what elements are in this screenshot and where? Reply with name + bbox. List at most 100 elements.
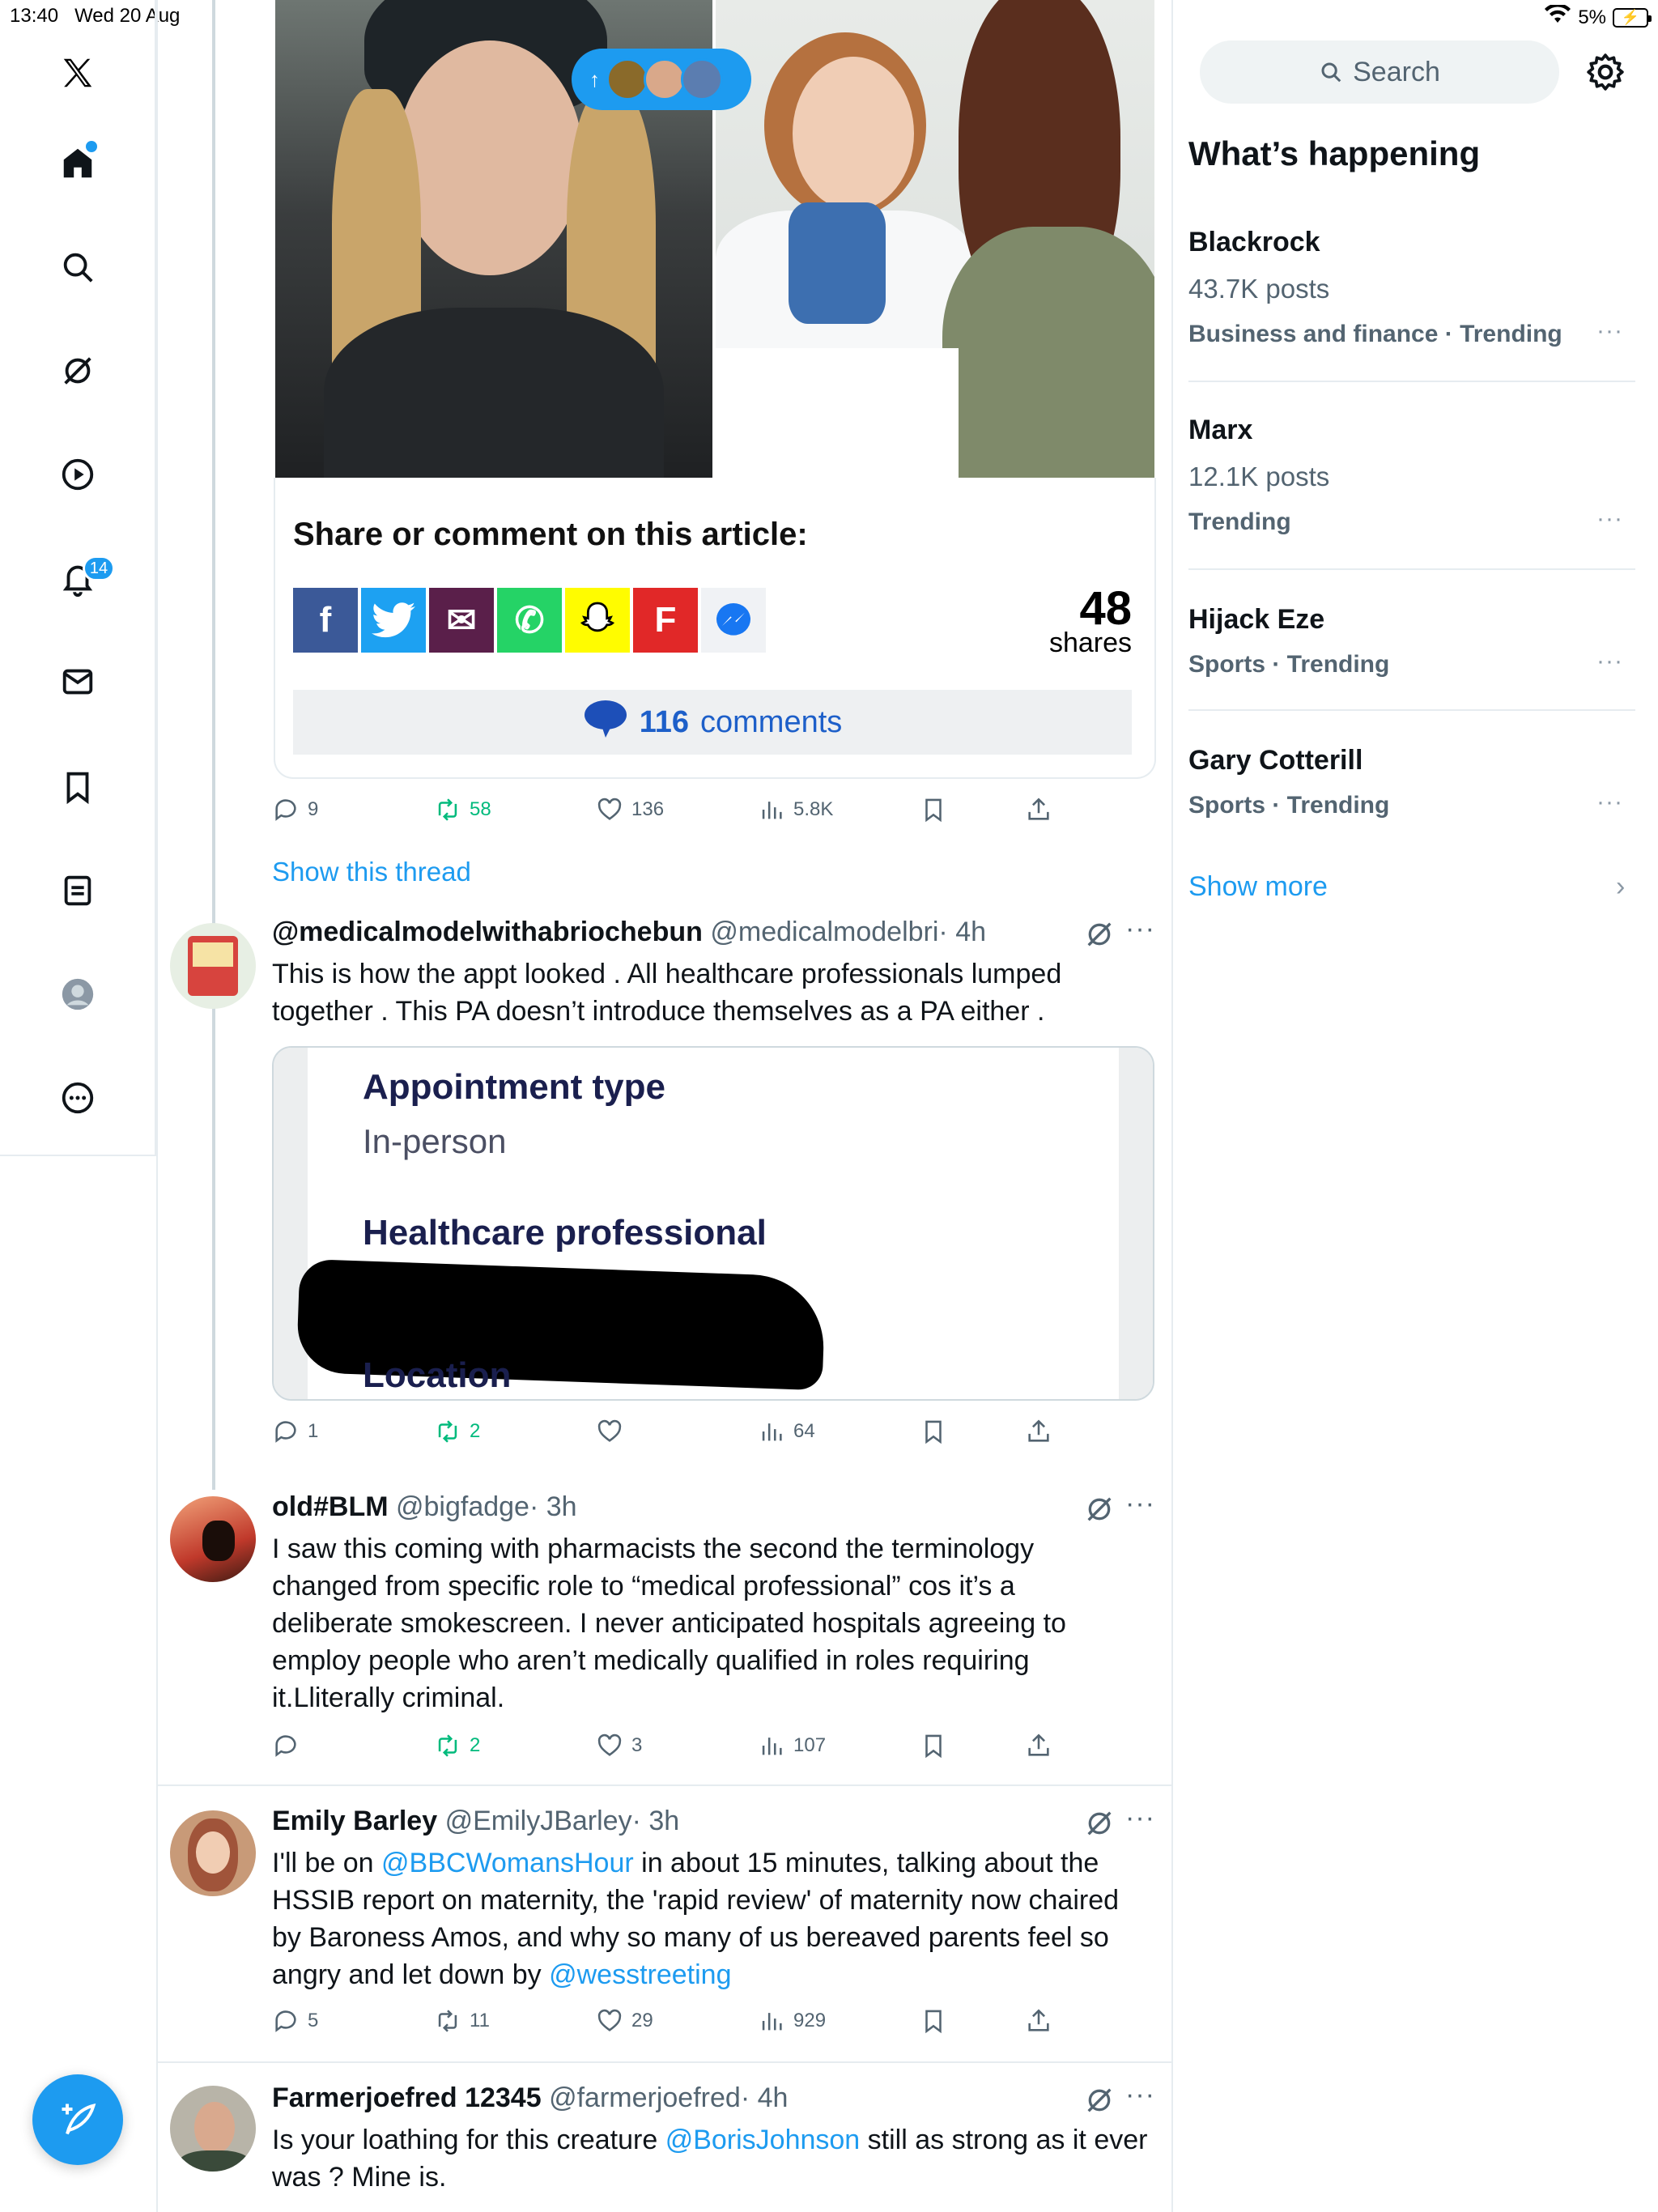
tweet-image[interactable]: Appointment type In-person Healthcare pr… — [272, 1046, 1154, 1401]
more-options-icon[interactable]: ··· — [1596, 505, 1623, 533]
reply-icon — [275, 1735, 296, 1757]
trend-title[interactable]: Gary Cotterill — [1188, 745, 1363, 776]
trend-title[interactable]: Marx — [1188, 415, 1252, 446]
grok-icon[interactable] — [1083, 1807, 1116, 1840]
avatar — [681, 58, 723, 100]
grok-icon[interactable] — [52, 345, 104, 397]
handle[interactable]: @bigfadge — [396, 1491, 529, 1522]
display-name[interactable]: Emily Barley — [272, 1806, 437, 1836]
grok-icon[interactable] — [1083, 1493, 1116, 1525]
search-icon[interactable] — [52, 241, 104, 293]
chevron-right-icon: › — [1616, 871, 1626, 902]
views-button[interactable]: 929 — [758, 2003, 826, 2039]
mention-link[interactable]: @BorisJohnson — [665, 2125, 861, 2155]
messenger-share-button[interactable] — [701, 588, 766, 653]
like-button[interactable] — [596, 1414, 631, 1449]
avatar[interactable] — [170, 923, 256, 1009]
trend-title[interactable]: Blackrock — [1188, 227, 1320, 258]
battery-charging-icon: ⚡ — [1613, 7, 1652, 28]
mention-link[interactable]: @BBCWomansHour — [381, 1848, 634, 1878]
more-options-icon[interactable]: ··· — [1125, 2079, 1155, 2111]
tweet-actions: 1 2 64 — [272, 1414, 1073, 1449]
views-button[interactable]: 5.8K — [758, 792, 833, 827]
display-name[interactable]: Farmerjoefred 12345 — [272, 2082, 542, 2113]
views-icon — [762, 802, 782, 819]
more-options-icon[interactable]: ··· — [1125, 1802, 1155, 1834]
avatar[interactable] — [170, 1496, 256, 1582]
repost-button[interactable]: 2 — [434, 1728, 480, 1763]
mention-link[interactable]: @wesstreeting — [549, 1959, 731, 1990]
share-icon — [1028, 798, 1049, 820]
share-button[interactable] — [1025, 1414, 1052, 1449]
bookmark-button[interactable] — [920, 2003, 947, 2039]
x-logo-icon[interactable] — [52, 47, 104, 99]
heart-icon — [597, 1419, 622, 1442]
trend-title[interactable]: Hijack Eze — [1188, 604, 1324, 636]
display-name[interactable]: @medicalmodelwithabriochebun — [272, 917, 703, 947]
handle[interactable]: @medicalmodelbri — [710, 917, 938, 947]
views-button[interactable]: 107 — [758, 1728, 826, 1763]
handle[interactable]: @farmerjoefred — [549, 2082, 741, 2113]
like-button[interactable]: 3 — [596, 1728, 642, 1763]
timestamp: · 3h — [529, 1491, 577, 1522]
article-image-doctor[interactable] — [716, 0, 1154, 478]
reply-button[interactable]: 5 — [272, 2003, 318, 2039]
snapchat-share-button[interactable] — [565, 588, 630, 653]
email-share-button[interactable]: ✉ — [429, 588, 494, 653]
more-options-icon[interactable]: ··· — [1596, 317, 1623, 345]
avatar[interactable] — [170, 1810, 256, 1896]
share-button[interactable] — [1025, 2003, 1052, 2039]
whatsapp-share-button[interactable]: ✆ — [497, 588, 562, 653]
show-more-link[interactable]: Show more — [1188, 871, 1328, 903]
bookmarks-icon[interactable] — [52, 761, 104, 813]
display-name[interactable]: old#BLM — [272, 1491, 389, 1522]
grok-icon[interactable] — [1083, 2084, 1116, 2116]
share-button[interactable] — [1025, 1728, 1052, 1763]
new-posts-pill[interactable]: ↑ — [572, 49, 751, 110]
show-thread-link[interactable]: Show this thread — [272, 857, 471, 887]
search-input[interactable]: Search — [1200, 40, 1559, 104]
compose-post-button[interactable] — [32, 2074, 123, 2165]
video-icon[interactable] — [52, 449, 104, 500]
more-options-icon[interactable]: ··· — [1596, 789, 1623, 816]
views-button[interactable]: 64 — [758, 1414, 815, 1449]
bookmark-button[interactable] — [920, 1414, 947, 1449]
battery-percent: 5% — [1578, 6, 1606, 28]
heart-icon — [597, 798, 622, 820]
avatar[interactable] — [170, 2086, 256, 2172]
facebook-share-button[interactable]: f — [293, 588, 358, 653]
tweet-text: This is how the appt looked . All health… — [272, 959, 1062, 1027]
trend-category: Business and finance · Trending — [1188, 321, 1562, 347]
repost-button[interactable]: 58 — [434, 792, 491, 827]
more-options-icon[interactable]: ··· — [1596, 648, 1623, 675]
comments-count: 116 — [639, 704, 690, 739]
share-button[interactable] — [1025, 792, 1052, 827]
handle[interactable]: @EmilyJBarley — [445, 1806, 632, 1836]
like-button[interactable]: 29 — [596, 2003, 653, 2039]
settings-gear-icon[interactable] — [1585, 52, 1626, 92]
views-icon — [762, 1423, 782, 1441]
reply-button[interactable] — [272, 1728, 308, 1763]
profile-icon[interactable] — [52, 968, 104, 1020]
more-icon[interactable] — [52, 1072, 104, 1124]
tweet-text: Is your loathing for this creature @Bori… — [272, 2125, 1148, 2193]
like-button[interactable]: 136 — [596, 792, 664, 827]
trend-divider — [1188, 568, 1635, 570]
more-options-icon[interactable]: ··· — [1125, 913, 1155, 945]
more-options-icon[interactable]: ··· — [1125, 1488, 1155, 1520]
grok-icon[interactable] — [1083, 918, 1116, 951]
bookmark-button[interactable] — [920, 792, 947, 827]
flipboard-share-button[interactable]: F — [633, 588, 698, 653]
reply-button[interactable]: 9 — [272, 792, 318, 827]
comments-link[interactable]: 116 comments — [293, 690, 1132, 755]
trend-post-count: 43.7K posts — [1188, 274, 1330, 304]
lists-icon[interactable] — [52, 865, 104, 917]
repost-button[interactable]: 2 — [434, 1414, 480, 1449]
messages-icon[interactable] — [52, 656, 104, 708]
timestamp: · 3h — [631, 1806, 680, 1836]
twitter-share-button[interactable] — [361, 588, 426, 653]
reply-button[interactable]: 1 — [272, 1414, 318, 1449]
bookmark-button[interactable] — [920, 1728, 947, 1763]
repost-button[interactable]: 11 — [434, 2003, 490, 2039]
heart-icon — [597, 1733, 622, 1756]
